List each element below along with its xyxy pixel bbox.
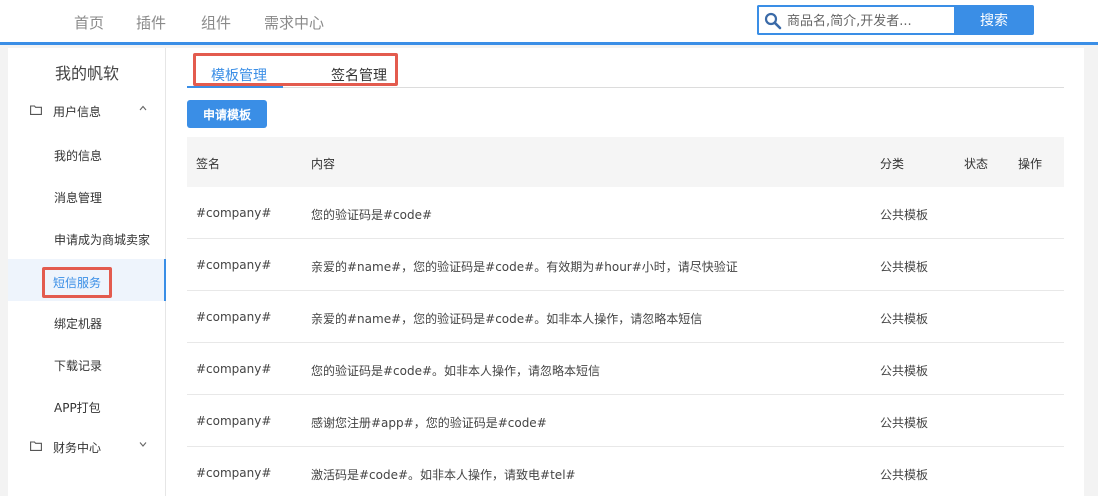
menu-group-finance[interactable]: 财务中心 bbox=[8, 436, 166, 460]
main-card: 我的帆软 用户信息 我的信息 消息管理 申请成为商城卖家 短信服务 绑定机器 下… bbox=[8, 48, 1084, 496]
cell-category: 公共模板 bbox=[880, 416, 929, 430]
table-row: #company# 激活码是#code#。如非本人操作，请致电#tel# 公共模… bbox=[187, 447, 1064, 496]
cell-content: 亲爱的#name#，您的验证码是#code#。有效期为#hour#小时，请尽快验… bbox=[311, 260, 738, 274]
tab-template-management[interactable]: 模板管理 bbox=[211, 65, 267, 85]
chevron-up-icon bbox=[139, 105, 147, 111]
search-box bbox=[757, 5, 954, 35]
menu-group-label: 用户信息 bbox=[53, 105, 102, 119]
sidebar-item-apply-seller[interactable]: 申请成为商城卖家 bbox=[8, 217, 166, 259]
cell-sign: #company# bbox=[196, 258, 272, 272]
folder-icon bbox=[30, 105, 42, 115]
nav-requirements[interactable]: 需求中心 bbox=[264, 12, 324, 33]
sidebar-item-label: 下载记录 bbox=[54, 359, 103, 373]
sidebar-item-app-packaging[interactable]: APP打包 bbox=[8, 385, 166, 427]
column-header-category: 分类 bbox=[880, 157, 905, 171]
sidebar: 我的帆软 用户信息 我的信息 消息管理 申请成为商城卖家 短信服务 绑定机器 下… bbox=[8, 48, 166, 496]
folder-icon bbox=[30, 441, 42, 451]
tab-signature-management[interactable]: 签名管理 bbox=[331, 65, 387, 85]
cell-sign: #company# bbox=[196, 466, 272, 480]
sidebar-item-label: 绑定机器 bbox=[54, 317, 103, 331]
content-area: 模板管理 签名管理 申请模板 签名 内容 分类 状态 操作 #company# … bbox=[187, 48, 1064, 496]
sidebar-item-sms-service[interactable]: 短信服务 bbox=[8, 259, 166, 301]
menu-group-user-info[interactable]: 用户信息 bbox=[8, 100, 166, 124]
cell-category: 公共模板 bbox=[880, 364, 929, 378]
cell-category: 公共模板 bbox=[880, 208, 929, 222]
table-row: #company# 感谢您注册#app#，您的验证码是#code# 公共模板 bbox=[187, 395, 1064, 447]
cell-content: 激活码是#code#。如非本人操作，请致电#tel# bbox=[311, 468, 576, 482]
active-tab-indicator bbox=[187, 86, 283, 88]
table-row: #company# 您的验证码是#code# 公共模板 bbox=[187, 187, 1064, 239]
tabs-highlight-box: 模板管理 签名管理 bbox=[193, 53, 398, 86]
table-row: #company# 亲爱的#name#，您的验证码是#code#。有效期为#ho… bbox=[187, 239, 1064, 291]
sidebar-item-label: APP打包 bbox=[54, 401, 101, 415]
column-header-content: 内容 bbox=[311, 157, 336, 171]
cell-content: 您的验证码是#code#。如非本人操作，请忽略本短信 bbox=[311, 364, 601, 378]
top-navigation-bar: 首页 插件 组件 需求中心 搜索 bbox=[0, 0, 1098, 45]
apply-template-button[interactable]: 申请模板 bbox=[187, 100, 267, 128]
column-header-action: 操作 bbox=[1018, 157, 1043, 171]
table-row: #company# 您的验证码是#code#。如非本人操作，请忽略本短信 公共模… bbox=[187, 343, 1064, 395]
sidebar-item-label: 消息管理 bbox=[54, 191, 103, 205]
table-row: #company# 亲爱的#name#，您的验证码是#code#。如非本人操作，… bbox=[187, 291, 1064, 343]
cell-category: 公共模板 bbox=[880, 468, 929, 482]
nav-plugins[interactable]: 插件 bbox=[136, 12, 166, 33]
sidebar-item-download-records[interactable]: 下载记录 bbox=[8, 343, 166, 385]
cell-content: 您的验证码是#code# bbox=[311, 208, 433, 222]
cell-sign: #company# bbox=[196, 362, 272, 376]
chevron-down-icon bbox=[139, 442, 147, 447]
column-header-sign: 签名 bbox=[196, 157, 221, 171]
search-input[interactable] bbox=[787, 10, 949, 32]
search-icon bbox=[764, 12, 782, 30]
sidebar-item-my-info[interactable]: 我的信息 bbox=[8, 133, 166, 175]
search-button[interactable]: 搜索 bbox=[954, 5, 1034, 35]
cell-sign: #company# bbox=[196, 206, 272, 220]
cell-category: 公共模板 bbox=[880, 312, 929, 326]
sidebar-title: 我的帆软 bbox=[54, 64, 119, 83]
nav-home[interactable]: 首页 bbox=[74, 12, 104, 33]
cell-category: 公共模板 bbox=[880, 260, 929, 274]
menu-group-label: 财务中心 bbox=[53, 441, 102, 455]
cell-sign: #company# bbox=[196, 414, 272, 428]
sidebar-item-bind-machine[interactable]: 绑定机器 bbox=[8, 301, 166, 343]
sidebar-item-label: 申请成为商城卖家 bbox=[54, 233, 151, 247]
sidebar-item-label: 短信服务 bbox=[42, 267, 113, 298]
sidebar-item-label: 我的信息 bbox=[54, 149, 103, 163]
column-header-status: 状态 bbox=[964, 157, 989, 171]
table-header: 签名 内容 分类 状态 操作 bbox=[187, 137, 1064, 187]
cell-sign: #company# bbox=[196, 310, 272, 324]
cell-content: 亲爱的#name#，您的验证码是#code#。如非本人操作，请忽略本短信 bbox=[311, 312, 703, 326]
nav-components[interactable]: 组件 bbox=[201, 12, 231, 33]
tabs-divider bbox=[187, 87, 1064, 88]
cell-content: 感谢您注册#app#，您的验证码是#code# bbox=[311, 416, 547, 430]
sidebar-item-messages[interactable]: 消息管理 bbox=[8, 175, 166, 217]
